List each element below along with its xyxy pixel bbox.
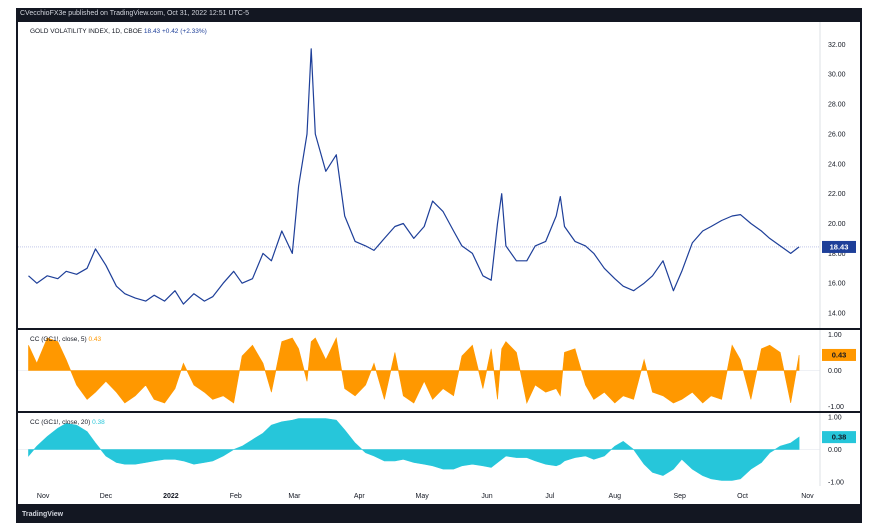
tradingview-logo: TradingView bbox=[22, 511, 63, 518]
x-tick-label: Jun bbox=[481, 493, 492, 500]
last-value-text: 0.43 bbox=[832, 350, 847, 359]
series-legend: CC (GC1!, close, 20) 0.38 bbox=[30, 419, 105, 426]
chart-canvas: 14.0016.0018.0020.0022.0024.0026.0028.00… bbox=[18, 22, 860, 504]
y-tick-label: 22.00 bbox=[828, 191, 846, 198]
tradingview-logo-text: TradingView bbox=[22, 511, 64, 518]
x-tick-label: Aug bbox=[609, 493, 622, 500]
y-tick-label: 16.00 bbox=[828, 281, 846, 288]
legend-value: 18.43 +0.42 (+2.33%) bbox=[144, 28, 207, 35]
x-tick-label: Nov bbox=[801, 493, 814, 500]
y-tick-label: -1.00 bbox=[828, 480, 844, 487]
x-tick-label: Feb bbox=[230, 493, 242, 500]
x-tick-label: Apr bbox=[354, 493, 366, 500]
y-tick-label: 26.00 bbox=[828, 131, 846, 138]
series-legend: GOLD VOLATILITY INDEX, 1D, CBOE 18.43 +0… bbox=[30, 28, 207, 35]
date-axis-background bbox=[18, 486, 860, 504]
chart-frame: CVecchioFX3e published on TradingView.co… bbox=[16, 8, 862, 523]
panel-1-background bbox=[18, 22, 860, 328]
series-legend: CC (GC1!, close, 5) 0.43 bbox=[30, 336, 102, 343]
y-tick-label: 1.00 bbox=[828, 332, 842, 339]
x-tick-label: Dec bbox=[100, 493, 113, 500]
y-tick-label: 0.00 bbox=[828, 447, 842, 454]
y-tick-label: 32.00 bbox=[828, 42, 846, 49]
legend-value: 0.43 bbox=[89, 336, 102, 343]
legend-title: CC (GC1!, close, 20) bbox=[30, 419, 92, 426]
x-tick-label: Nov bbox=[37, 493, 50, 500]
x-tick-label: May bbox=[416, 493, 430, 500]
y-tick-label: 0.00 bbox=[828, 368, 842, 375]
y-tick-label: 14.00 bbox=[828, 311, 846, 318]
x-tick-label: Mar bbox=[288, 493, 301, 500]
last-value-text: 0.38 bbox=[832, 433, 847, 442]
x-tick-label: Oct bbox=[737, 493, 748, 500]
x-tick-label: Sep bbox=[673, 493, 686, 500]
y-tick-label: 20.00 bbox=[828, 221, 846, 228]
legend-value: 0.38 bbox=[92, 419, 105, 426]
y-tick-label: 1.00 bbox=[828, 414, 842, 421]
legend-title: CC (GC1!, close, 5) bbox=[30, 336, 89, 343]
y-tick-label: 30.00 bbox=[828, 72, 846, 79]
x-tick-label: Jul bbox=[545, 493, 554, 500]
legend-title: GOLD VOLATILITY INDEX, 1D, CBOE bbox=[30, 28, 144, 35]
last-value-text: 18.43 bbox=[830, 242, 849, 251]
y-tick-label: 28.00 bbox=[828, 102, 846, 109]
y-tick-label: 24.00 bbox=[828, 161, 846, 168]
y-tick-label: -1.00 bbox=[828, 404, 844, 411]
x-tick-label: 2022 bbox=[163, 493, 179, 500]
